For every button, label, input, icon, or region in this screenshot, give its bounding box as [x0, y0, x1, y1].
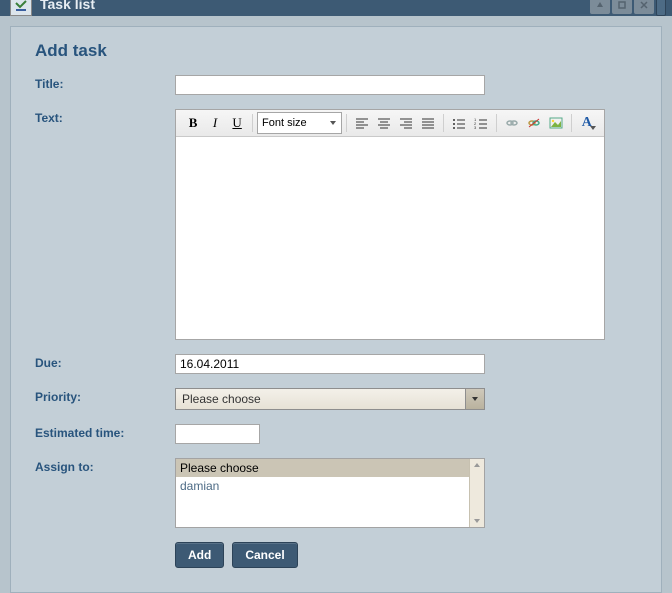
- app-icon: [10, 0, 32, 16]
- bullet-list-button[interactable]: [448, 112, 470, 134]
- estimated-input[interactable]: [175, 424, 260, 444]
- align-right-button[interactable]: [395, 112, 417, 134]
- text-color-button[interactable]: A: [576, 112, 598, 134]
- label-estimated: Estimated time:: [35, 424, 175, 444]
- header-button-2[interactable]: [612, 0, 632, 14]
- unlink-button[interactable]: [523, 112, 545, 134]
- svg-text:3: 3: [474, 125, 477, 129]
- align-justify-button[interactable]: [417, 112, 439, 134]
- editor-toolbar: B I U Font size 123: [176, 110, 604, 137]
- priority-select[interactable]: Please choose: [175, 388, 485, 410]
- header-button-3[interactable]: [634, 0, 654, 14]
- label-due: Due:: [35, 354, 175, 374]
- rich-text-editor: B I U Font size 123: [175, 109, 605, 340]
- image-button[interactable]: [545, 112, 567, 134]
- toolbar-separator: [346, 114, 347, 132]
- label-text: Text:: [35, 109, 175, 340]
- toolbar-separator: [443, 114, 444, 132]
- toolbar-separator: [571, 114, 572, 132]
- add-task-panel: Add task Title: Text: B I U Font size: [10, 26, 662, 593]
- editor-textarea[interactable]: [176, 137, 604, 339]
- assign-listbox[interactable]: Please choose damian: [175, 458, 485, 528]
- scroll-up-icon[interactable]: [471, 459, 483, 471]
- assign-option[interactable]: damian: [176, 477, 469, 495]
- label-priority: Priority:: [35, 388, 175, 410]
- add-button[interactable]: Add: [175, 542, 224, 568]
- listbox-scrollbar[interactable]: [469, 459, 484, 527]
- scroll-down-icon[interactable]: [471, 515, 483, 527]
- window-titlebar: Task list: [0, 0, 672, 16]
- align-center-button[interactable]: [373, 112, 395, 134]
- header-button-4[interactable]: [656, 0, 666, 16]
- underline-button[interactable]: U: [226, 112, 248, 134]
- label-title: Title:: [35, 75, 175, 95]
- assign-option[interactable]: Please choose: [176, 459, 469, 477]
- page-heading: Add task: [35, 41, 637, 61]
- numbered-list-button[interactable]: 123: [470, 112, 492, 134]
- font-size-select[interactable]: Font size: [257, 112, 342, 134]
- bold-button[interactable]: B: [182, 112, 204, 134]
- chevron-down-icon: [465, 389, 484, 409]
- toolbar-separator: [252, 114, 253, 132]
- italic-button[interactable]: I: [204, 112, 226, 134]
- label-assign: Assign to:: [35, 458, 175, 528]
- align-left-button[interactable]: [351, 112, 373, 134]
- link-button[interactable]: [501, 112, 523, 134]
- toolbar-separator: [496, 114, 497, 132]
- title-input[interactable]: [175, 75, 485, 95]
- header-button-1[interactable]: [590, 0, 610, 14]
- due-input[interactable]: [175, 354, 485, 374]
- cancel-button[interactable]: Cancel: [232, 542, 297, 568]
- font-size-label: Font size: [262, 117, 307, 129]
- priority-value: Please choose: [182, 392, 261, 406]
- window-title: Task list: [40, 0, 95, 12]
